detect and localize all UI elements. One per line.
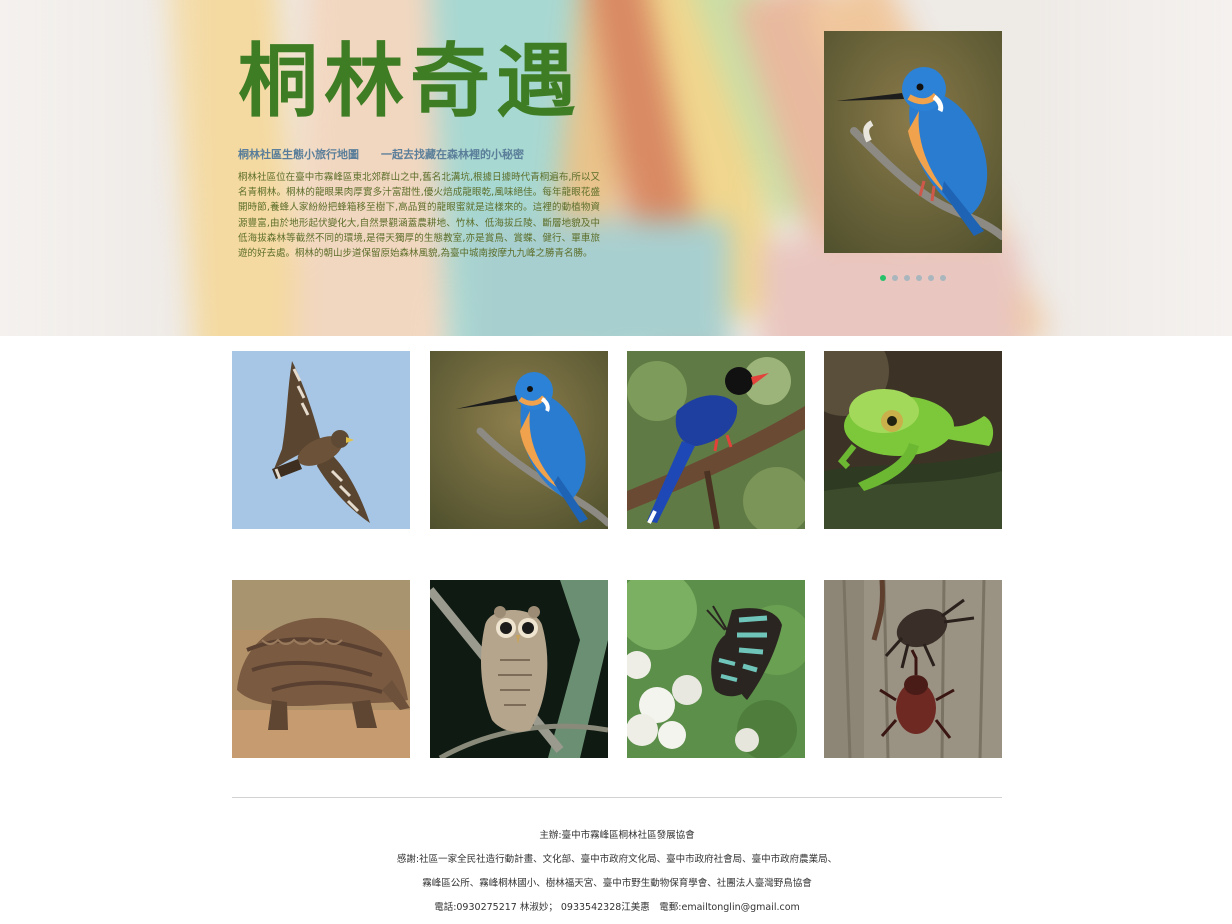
hero-kingfisher-photo: [824, 31, 1002, 253]
carousel-dot[interactable]: [892, 275, 898, 281]
footer-thanks-line-1: 感謝:社區一家全民社造行動計畫、文化部、臺中市政府文化局、臺中市政府社會局、臺中…: [396, 854, 838, 865]
footer-thanks-line-2: 霧峰區公所、霧峰桐林國小、樹林福天宮、臺中市野生動物保育學會、社團法人臺灣野鳥協…: [422, 878, 812, 889]
carousel-dot[interactable]: [916, 275, 922, 281]
gallery-eagle-photo[interactable]: [232, 351, 410, 529]
gallery-blue-magpie-photo[interactable]: [627, 351, 805, 529]
carousel-dot[interactable]: [880, 275, 886, 281]
footer-host: 主辦:臺中市霧峰區桐林社區發展協會: [539, 830, 695, 841]
carousel-dots: [880, 275, 946, 281]
hero-description: 桐林社區位在臺中市霧峰區東北郊群山之中,舊名北溝坑,根據日據時代青桐遍布,所以又…: [238, 172, 600, 260]
hero-banner: 桐林奇遇 桐林社區生態小旅行地圖 一起去找藏在森林裡的小秘密 桐林社區位在臺中市…: [0, 0, 1232, 336]
gallery-tree-frog-photo[interactable]: [824, 351, 1002, 529]
carousel-dot[interactable]: [928, 275, 934, 281]
footer-contact: 電話:0930275217 林淑妙； 0933542328江美惠 電郵:emai…: [434, 902, 800, 913]
carousel-dot[interactable]: [940, 275, 946, 281]
gallery-butterfly-photo[interactable]: [627, 580, 805, 758]
gallery-beetles-photo[interactable]: [824, 580, 1002, 758]
footer-divider: [232, 797, 1002, 798]
gallery-kingfisher-photo[interactable]: [430, 351, 608, 529]
gallery-pangolin-photo[interactable]: [232, 580, 410, 758]
gallery-owl-photo[interactable]: [430, 580, 608, 758]
hero-title: 桐林奇遇: [238, 35, 582, 128]
carousel-dot[interactable]: [904, 275, 910, 281]
hero-subtitle: 桐林社區生態小旅行地圖 一起去找藏在森林裡的小秘密: [238, 148, 524, 161]
